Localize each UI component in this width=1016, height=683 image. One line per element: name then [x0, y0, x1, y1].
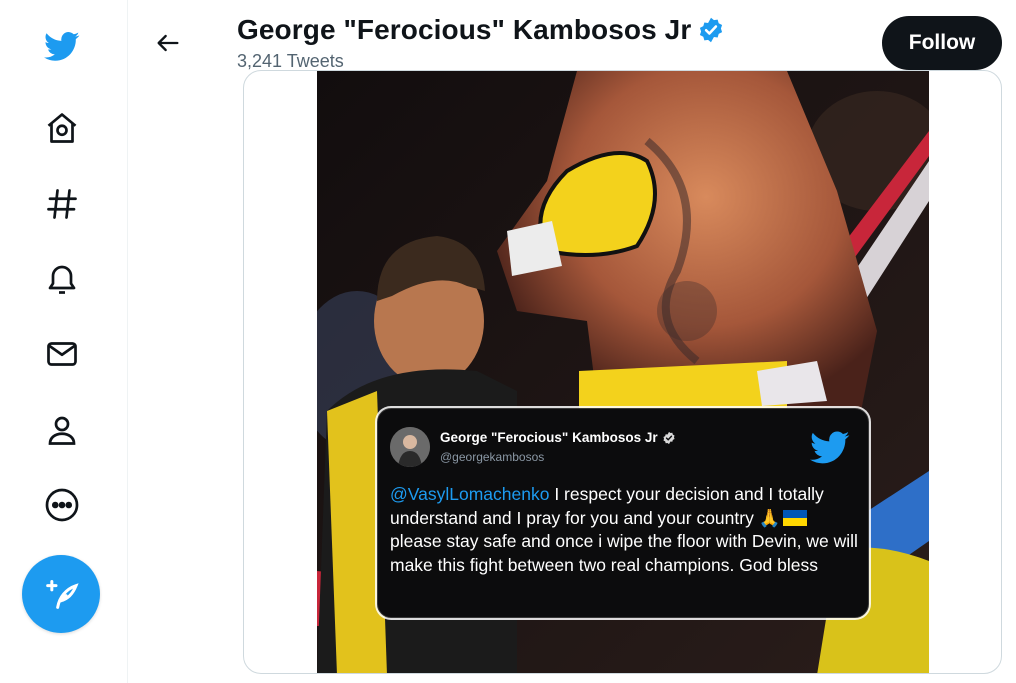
left-sidebar-nav: [0, 0, 128, 683]
verified-badge-icon: [700, 17, 723, 43]
messages-envelope-icon[interactable]: [36, 328, 88, 380]
tweet-media-image[interactable]: George "Ferocious" Kambosos Jr @georgeka…: [317, 71, 929, 673]
follow-button[interactable]: Follow: [882, 16, 1002, 70]
explore-hashtag-icon[interactable]: [36, 178, 88, 230]
quoted-tweet-handle: @georgekambosos: [440, 450, 545, 464]
notifications-bell-icon[interactable]: [36, 253, 88, 305]
quoted-tweet-text: @VasylLomachenko I respect your decision…: [390, 483, 860, 577]
quoted-tweet-avatar: [390, 427, 430, 467]
twitter-bird-icon: [810, 431, 850, 464]
quoted-tweet-author: George "Ferocious" Kambosos Jr: [440, 430, 676, 445]
home-icon[interactable]: [36, 102, 88, 154]
compose-tweet-icon: [46, 580, 79, 609]
praying-hands-emoji: 🙏: [758, 507, 781, 528]
profile-name: George "Ferocious" Kambosos Jr: [237, 14, 692, 45]
tweet-count: 3,241 Tweets: [237, 51, 344, 71]
profile-title-row: George "Ferocious" Kambosos Jr: [237, 14, 725, 46]
ukraine-flag-icon: [782, 509, 807, 526]
back-button[interactable]: [147, 22, 189, 64]
twitter-logo-icon[interactable]: [36, 20, 88, 72]
profile-person-icon[interactable]: [36, 404, 88, 456]
tweet-card[interactable]: George "Ferocious" Kambosos Jr @georgeka…: [243, 70, 1002, 674]
quoted-tweet-screenshot: George "Ferocious" Kambosos Jr @georgeka…: [377, 408, 869, 618]
quoted-verified-badge-icon: [663, 431, 675, 444]
more-ellipsis-icon[interactable]: [36, 479, 88, 531]
quoted-tweet-text-part2: please stay safe and once i wipe the flo…: [390, 531, 858, 575]
compose-tweet-button[interactable]: [22, 555, 100, 633]
back-arrow-icon: [157, 34, 179, 52]
quoted-tweet-author-name: George "Ferocious" Kambosos Jr: [440, 430, 658, 445]
mention-link: @VasylLomachenko: [390, 484, 550, 504]
